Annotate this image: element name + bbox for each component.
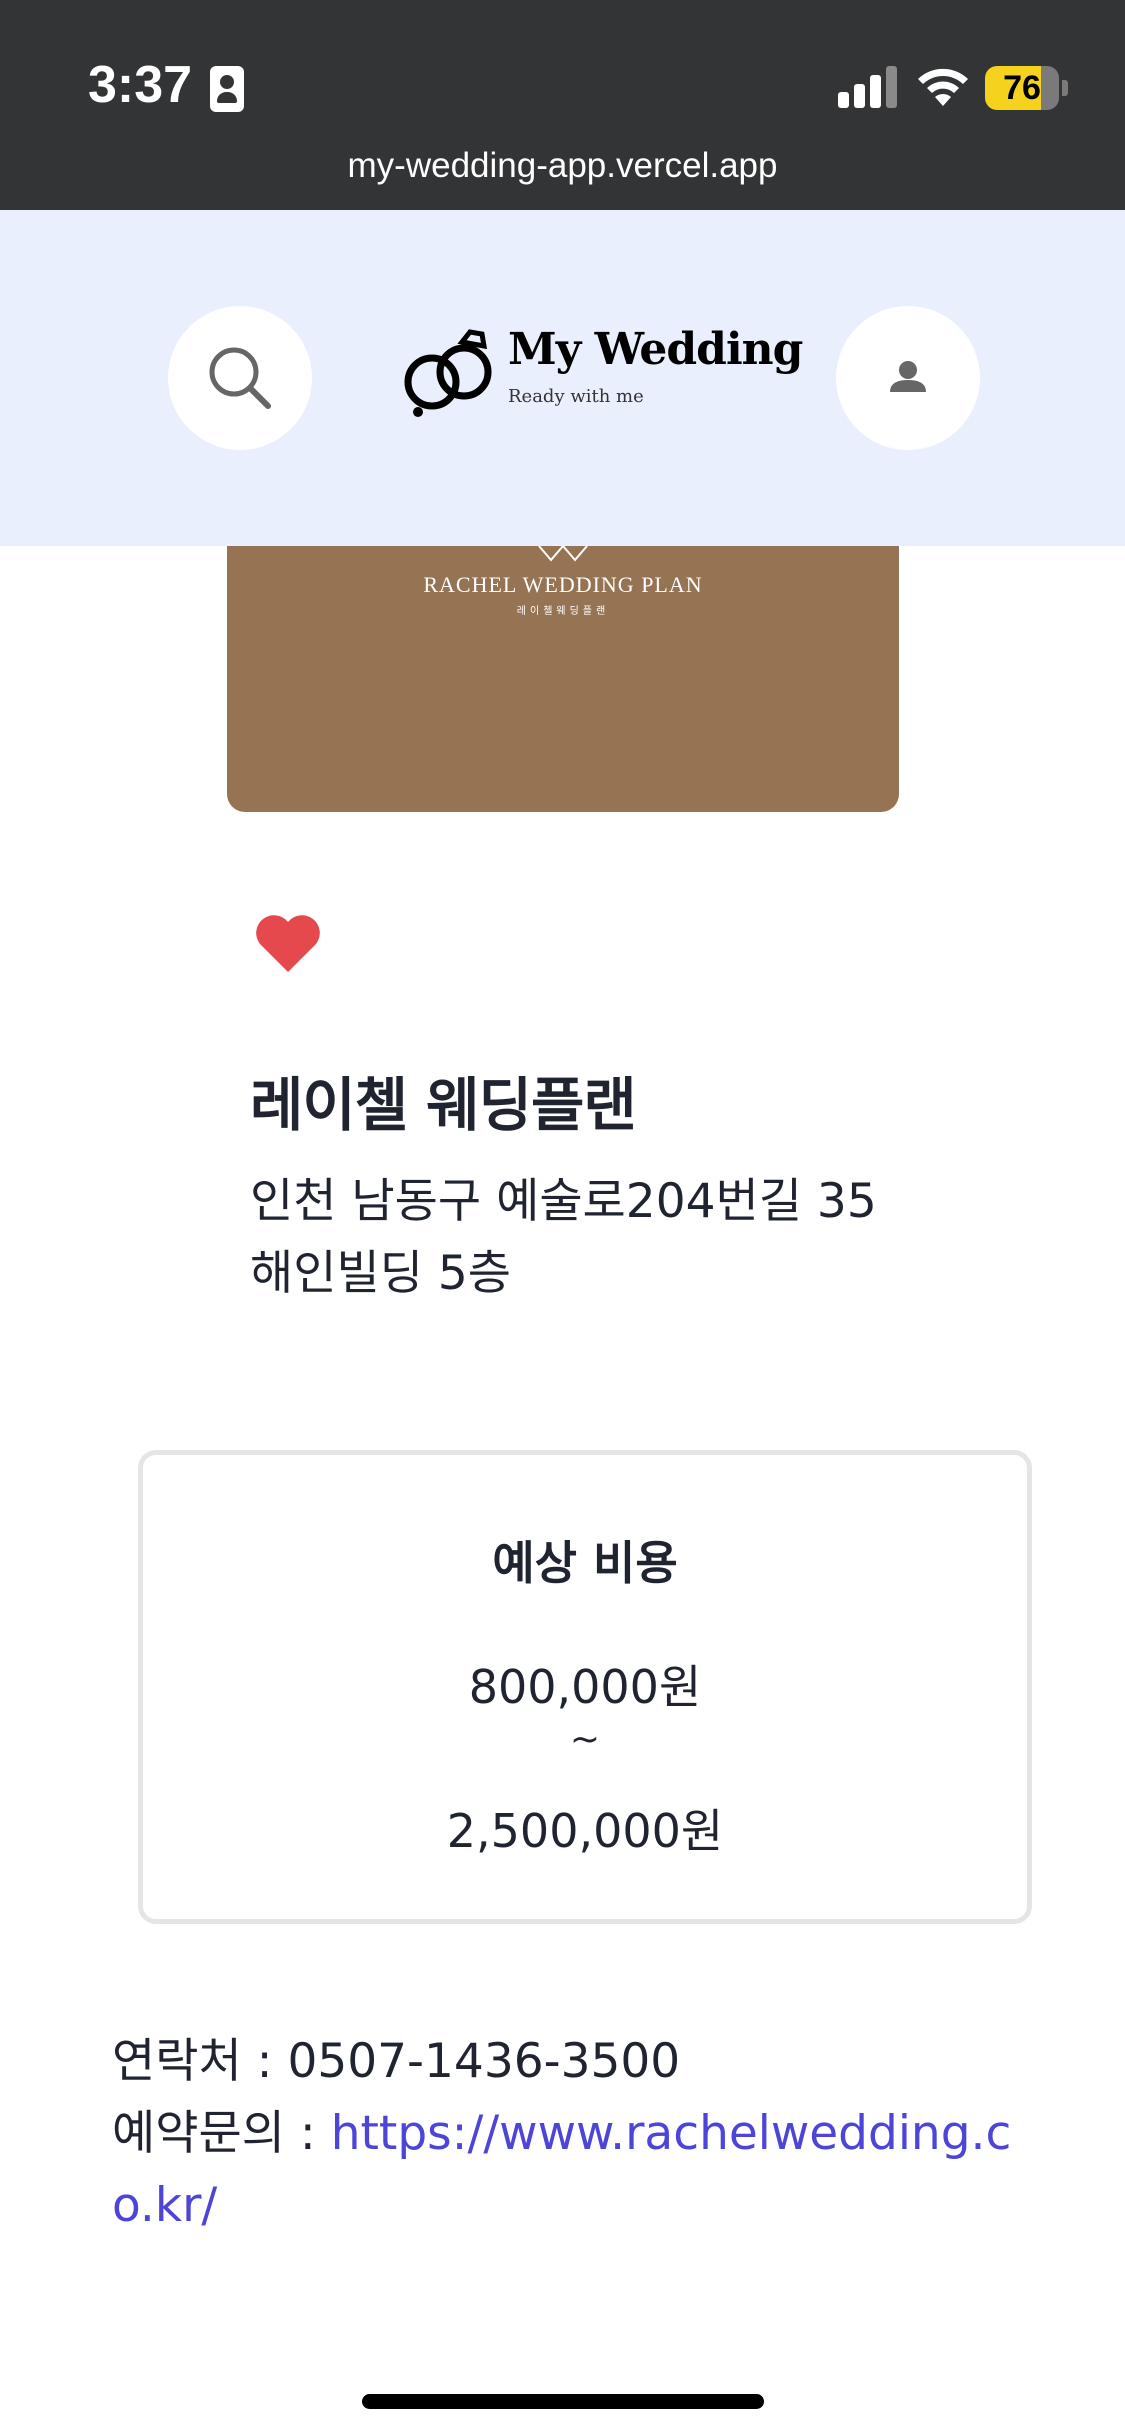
- phone-number[interactable]: 0507-1436-3500: [287, 2034, 680, 2089]
- vendor-address: 인천 남동구 예술로204번길 35 해인빌딩 5층: [250, 1166, 1010, 1310]
- home-indicator: [362, 2394, 764, 2409]
- reservation-row: 예약문의 : https://www.rachelwedding.co.kr/: [112, 2098, 1012, 2242]
- app-logo[interactable]: My Wedding Ready with me: [398, 320, 803, 430]
- contact-card-icon: [210, 66, 244, 112]
- cost-max: 2,500,000원: [446, 1804, 724, 1858]
- cost-title: 예상 비용: [492, 1536, 678, 1590]
- vendor-name: 레이첼 웨딩플랜: [250, 1071, 637, 1139]
- wedding-rings-icon: [404, 329, 492, 417]
- banner-title: RACHEL WEDDING PLAN: [423, 572, 703, 597]
- cost-min: 800,000원: [468, 1660, 702, 1714]
- address-line-2: 해인빌딩 5층: [250, 1246, 512, 1301]
- battery-cap: [1062, 80, 1068, 96]
- estimated-cost-card: 예상 비용 800,000원 ~ 2,500,000원: [138, 1450, 1032, 1924]
- status-time: 3:37: [88, 56, 193, 114]
- person-icon: [890, 361, 926, 392]
- address-line-1: 인천 남동구 예술로204번길 35: [250, 1174, 877, 1229]
- search-button[interactable]: [168, 306, 312, 450]
- contact-info: 연락처 : 0507-1436-3500 예약문의 : https://www.…: [112, 2026, 1012, 2242]
- reservation-label: 예약문의 :: [112, 2106, 331, 2161]
- heart-icon[interactable]: [254, 914, 322, 974]
- wifi-icon: [918, 68, 968, 106]
- banner-subtitle: 레이첼웨딩플랜: [516, 606, 610, 617]
- battery-level: 76: [1003, 69, 1041, 107]
- phone-label: 연락처 :: [112, 2034, 288, 2089]
- logo-title: My Wedding: [508, 324, 803, 375]
- status-bar: 3:37 76 my-wedding-app.vercel.app: [0, 0, 1125, 210]
- app-header: My Wedding Ready with me: [0, 210, 1125, 546]
- phone-row: 연락처 : 0507-1436-3500: [112, 2026, 1012, 2098]
- logo-subtitle: Ready with me: [508, 386, 644, 407]
- cellular-signal-icon: [838, 64, 898, 108]
- search-icon: [209, 347, 271, 409]
- cost-separator: ~: [569, 1719, 601, 1760]
- browser-url[interactable]: my-wedding-app.vercel.app: [0, 146, 1125, 186]
- banner-logo-mark: [538, 546, 588, 562]
- battery-icon: 76: [985, 66, 1059, 110]
- profile-button[interactable]: [836, 306, 980, 450]
